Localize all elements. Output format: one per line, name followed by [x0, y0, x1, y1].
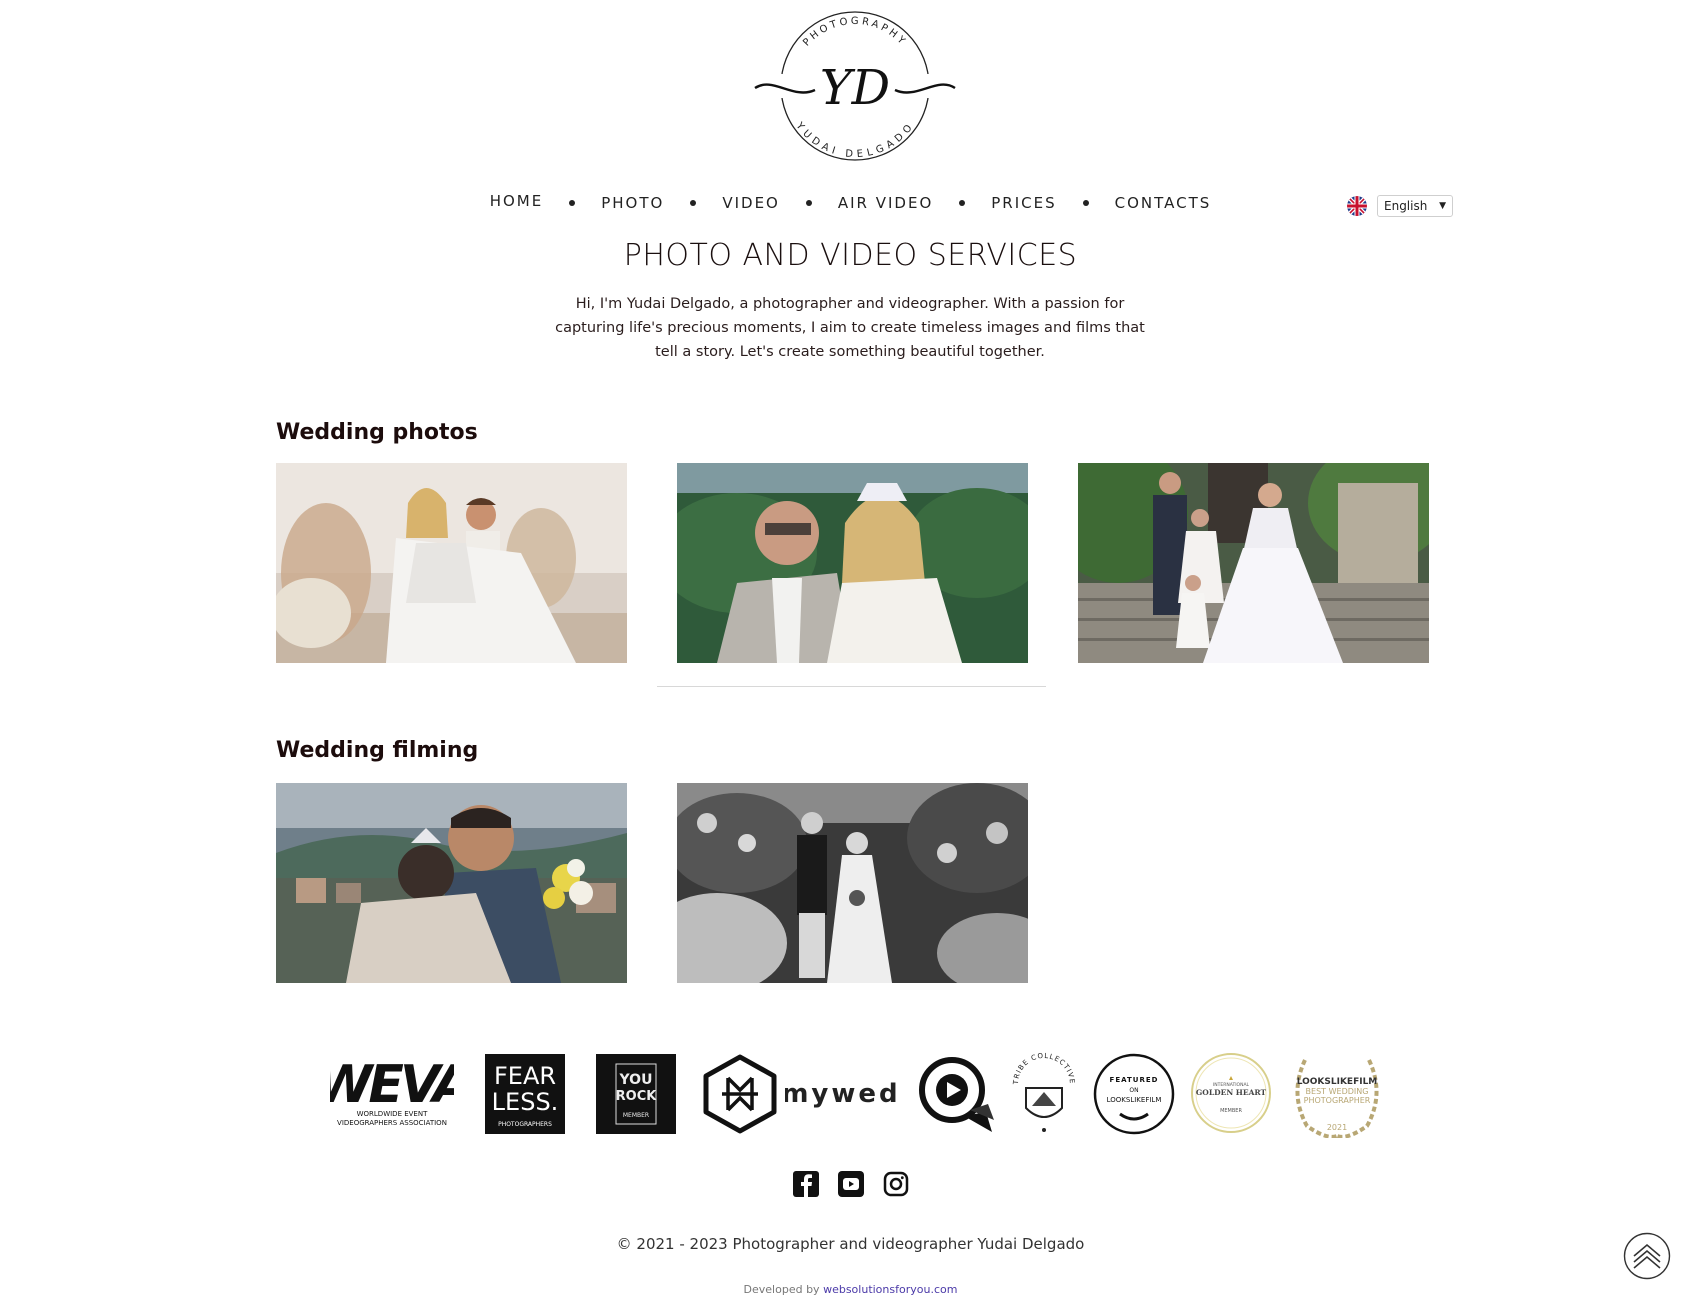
you-rock-line2: ROCK [616, 1089, 658, 1104]
nav-separator [959, 200, 966, 206]
wedding-photo-1-image [276, 463, 627, 663]
scroll-to-top-button[interactable] [1623, 1232, 1671, 1280]
copyright-text: © 2021 - 2023 Photographer and videograp… [616, 1235, 1085, 1253]
developed-by: Developed by websolutionsforyou.com [0, 1283, 1701, 1296]
wedding-photos-heading: Wedding photos [276, 420, 478, 445]
developed-by-label: Developed by [743, 1283, 820, 1296]
you-rock-line1: YOU [619, 1072, 653, 1088]
language-switcher: English ▼ [1347, 195, 1453, 217]
mywed-badge[interactable]: mywed [785, 1076, 897, 1112]
mywed-text: mywed [785, 1079, 897, 1109]
tribe-collective-badge[interactable]: TRIBE COLLECTIVE [1010, 1050, 1078, 1134]
hexagon-emblem-badge[interactable] [702, 1054, 778, 1134]
wedding-video-1-image [276, 783, 627, 983]
lookslikefilm-line1: LOOKSLIKEFILM [1297, 1077, 1378, 1087]
weva-badge[interactable]: WEVA WORLDWIDE EVENT VIDEOGRAPHERS ASSOC… [330, 1054, 454, 1130]
wedding-photo-2-image [677, 463, 1028, 663]
golden-heart-line2: GOLDEN HEART [1196, 1088, 1267, 1097]
wedding-photo-3-image [1078, 463, 1429, 663]
logo-bottom-text: YUDAI DELGADO [793, 120, 914, 160]
developer-link[interactable]: websolutionsforyou.com [823, 1283, 957, 1296]
nav-video[interactable]: VIDEO [720, 194, 782, 212]
tribe-text: TRIBE COLLECTIVE [1012, 1052, 1075, 1086]
wedding-video-2-image [677, 783, 1028, 983]
social-links [793, 1171, 909, 1197]
nav-separator [569, 200, 576, 206]
nav-separator [1082, 200, 1089, 206]
fearless-line1: FEAR [494, 1062, 556, 1090]
language-select[interactable]: English ▼ [1377, 195, 1453, 217]
featured-line2: ON [1129, 1087, 1138, 1094]
wedding-filming-heading: Wedding filming [276, 738, 479, 763]
weva-sub2: VIDEOGRAPHERS ASSOCIATION [337, 1119, 447, 1127]
shutter-play-badge[interactable] [914, 1054, 994, 1134]
site-logo[interactable]: PHOTOGRAPHY YUDAI DELGADO YD [753, 8, 957, 164]
lookslikefilm-line3: PHOTOGRAPHER [1304, 1096, 1371, 1105]
wedding-photo-1[interactable] [276, 463, 627, 663]
partner-badges: WEVA WORLDWIDE EVENT VIDEOGRAPHERS ASSOC… [330, 1050, 1390, 1140]
fearless-badge[interactable]: FEAR LESS. PHOTOGRAPHERS [485, 1054, 565, 1134]
nav-separator [805, 200, 812, 206]
featured-lookslikefilm-badge[interactable]: FEATURED ON LOOKSLIKEFILM [1092, 1052, 1176, 1136]
wedding-photo-3[interactable] [1078, 463, 1429, 663]
featured-line3: LOOKSLIKEFILM [1107, 1096, 1162, 1104]
you-rock-sub: MEMBER [623, 1112, 649, 1119]
logo-top-text: PHOTOGRAPHY [801, 16, 906, 49]
golden-heart-line3: MEMBER [1220, 1108, 1242, 1114]
chevron-down-icon: ▼ [1439, 201, 1446, 211]
featured-line1: FEATURED [1110, 1076, 1159, 1084]
nav-prices[interactable]: PRICES [989, 194, 1058, 212]
nav-separator [690, 200, 697, 206]
section-divider [657, 686, 1046, 687]
svg-text:YUDAI DELGADO: YUDAI DELGADO [793, 120, 917, 160]
nav-photo[interactable]: PHOTO [599, 194, 666, 212]
youtube-icon[interactable] [838, 1171, 864, 1197]
language-selected: English [1384, 199, 1428, 213]
lookslikefilm-year: 2021 [1327, 1123, 1347, 1132]
logo-emblem: PHOTOGRAPHY YUDAI DELGADO YD [753, 11, 957, 161]
wedding-video-1[interactable] [276, 783, 627, 983]
fearless-line2: LESS. [492, 1088, 559, 1116]
golden-heart-badge[interactable]: INTERNATIONAL GOLDEN HEART MEMBER [1190, 1052, 1272, 1134]
wedding-photo-2[interactable] [677, 463, 1028, 663]
uk-flag-icon [1347, 196, 1367, 216]
weva-logo-text: WEVA [330, 1055, 454, 1115]
page-title: PHOTO AND VIDEO SERVICES [623, 238, 1078, 273]
lookslikefilm-award-badge[interactable]: LOOKSLIKEFILM BEST WEDDING PHOTOGRAPHER … [1285, 1050, 1389, 1138]
nav-air-video[interactable]: AIR VIDEO [836, 194, 935, 212]
svg-text:PHOTOGRAPHY: PHOTOGRAPHY [801, 16, 909, 49]
wedding-video-2[interactable] [677, 783, 1028, 983]
facebook-icon[interactable] [793, 1171, 819, 1197]
svg-text:TRIBE COLLECTIVE: TRIBE COLLECTIVE [1012, 1052, 1076, 1086]
nav-contacts[interactable]: CONTACTS [1113, 194, 1214, 212]
weva-sub1: WORLDWIDE EVENT [357, 1110, 428, 1118]
nav-home[interactable]: HOME [488, 192, 546, 210]
logo-monogram: YD [820, 60, 890, 116]
you-rock-badge[interactable]: YOU ROCK MEMBER [596, 1054, 676, 1134]
lookslikefilm-line2: BEST WEDDING [1306, 1087, 1369, 1096]
instagram-icon[interactable] [883, 1171, 909, 1197]
fearless-sub: PHOTOGRAPHERS [498, 1121, 552, 1128]
intro-text: Hi, I'm Yudai Delgado, a photographer an… [555, 296, 1145, 360]
